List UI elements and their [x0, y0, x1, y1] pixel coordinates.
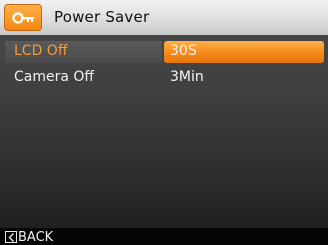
- menu-item-label: LCD Off: [14, 43, 68, 59]
- menu-item-lcd-off[interactable]: LCD Off 30S: [0, 40, 328, 64]
- back-button[interactable]: BACK: [5, 229, 53, 245]
- camera-menu-screen: Power Saver LCD Off 30S Camera Off 3Min …: [0, 0, 328, 245]
- back-label: BACK: [18, 229, 54, 245]
- menu-header: Power Saver: [0, 0, 328, 35]
- page-title: Power Saver: [54, 8, 150, 26]
- power-saver-icon: [4, 4, 42, 31]
- menu-item-value[interactable]: 3Min: [170, 69, 204, 85]
- menu-item-camera-off[interactable]: Camera Off 3Min: [0, 66, 328, 90]
- menu-item-value[interactable]: 30S: [170, 43, 197, 59]
- menu-footer: BACK: [0, 228, 328, 245]
- menu-item-label: Camera Off: [14, 69, 95, 85]
- chevron-left-icon: [5, 231, 17, 243]
